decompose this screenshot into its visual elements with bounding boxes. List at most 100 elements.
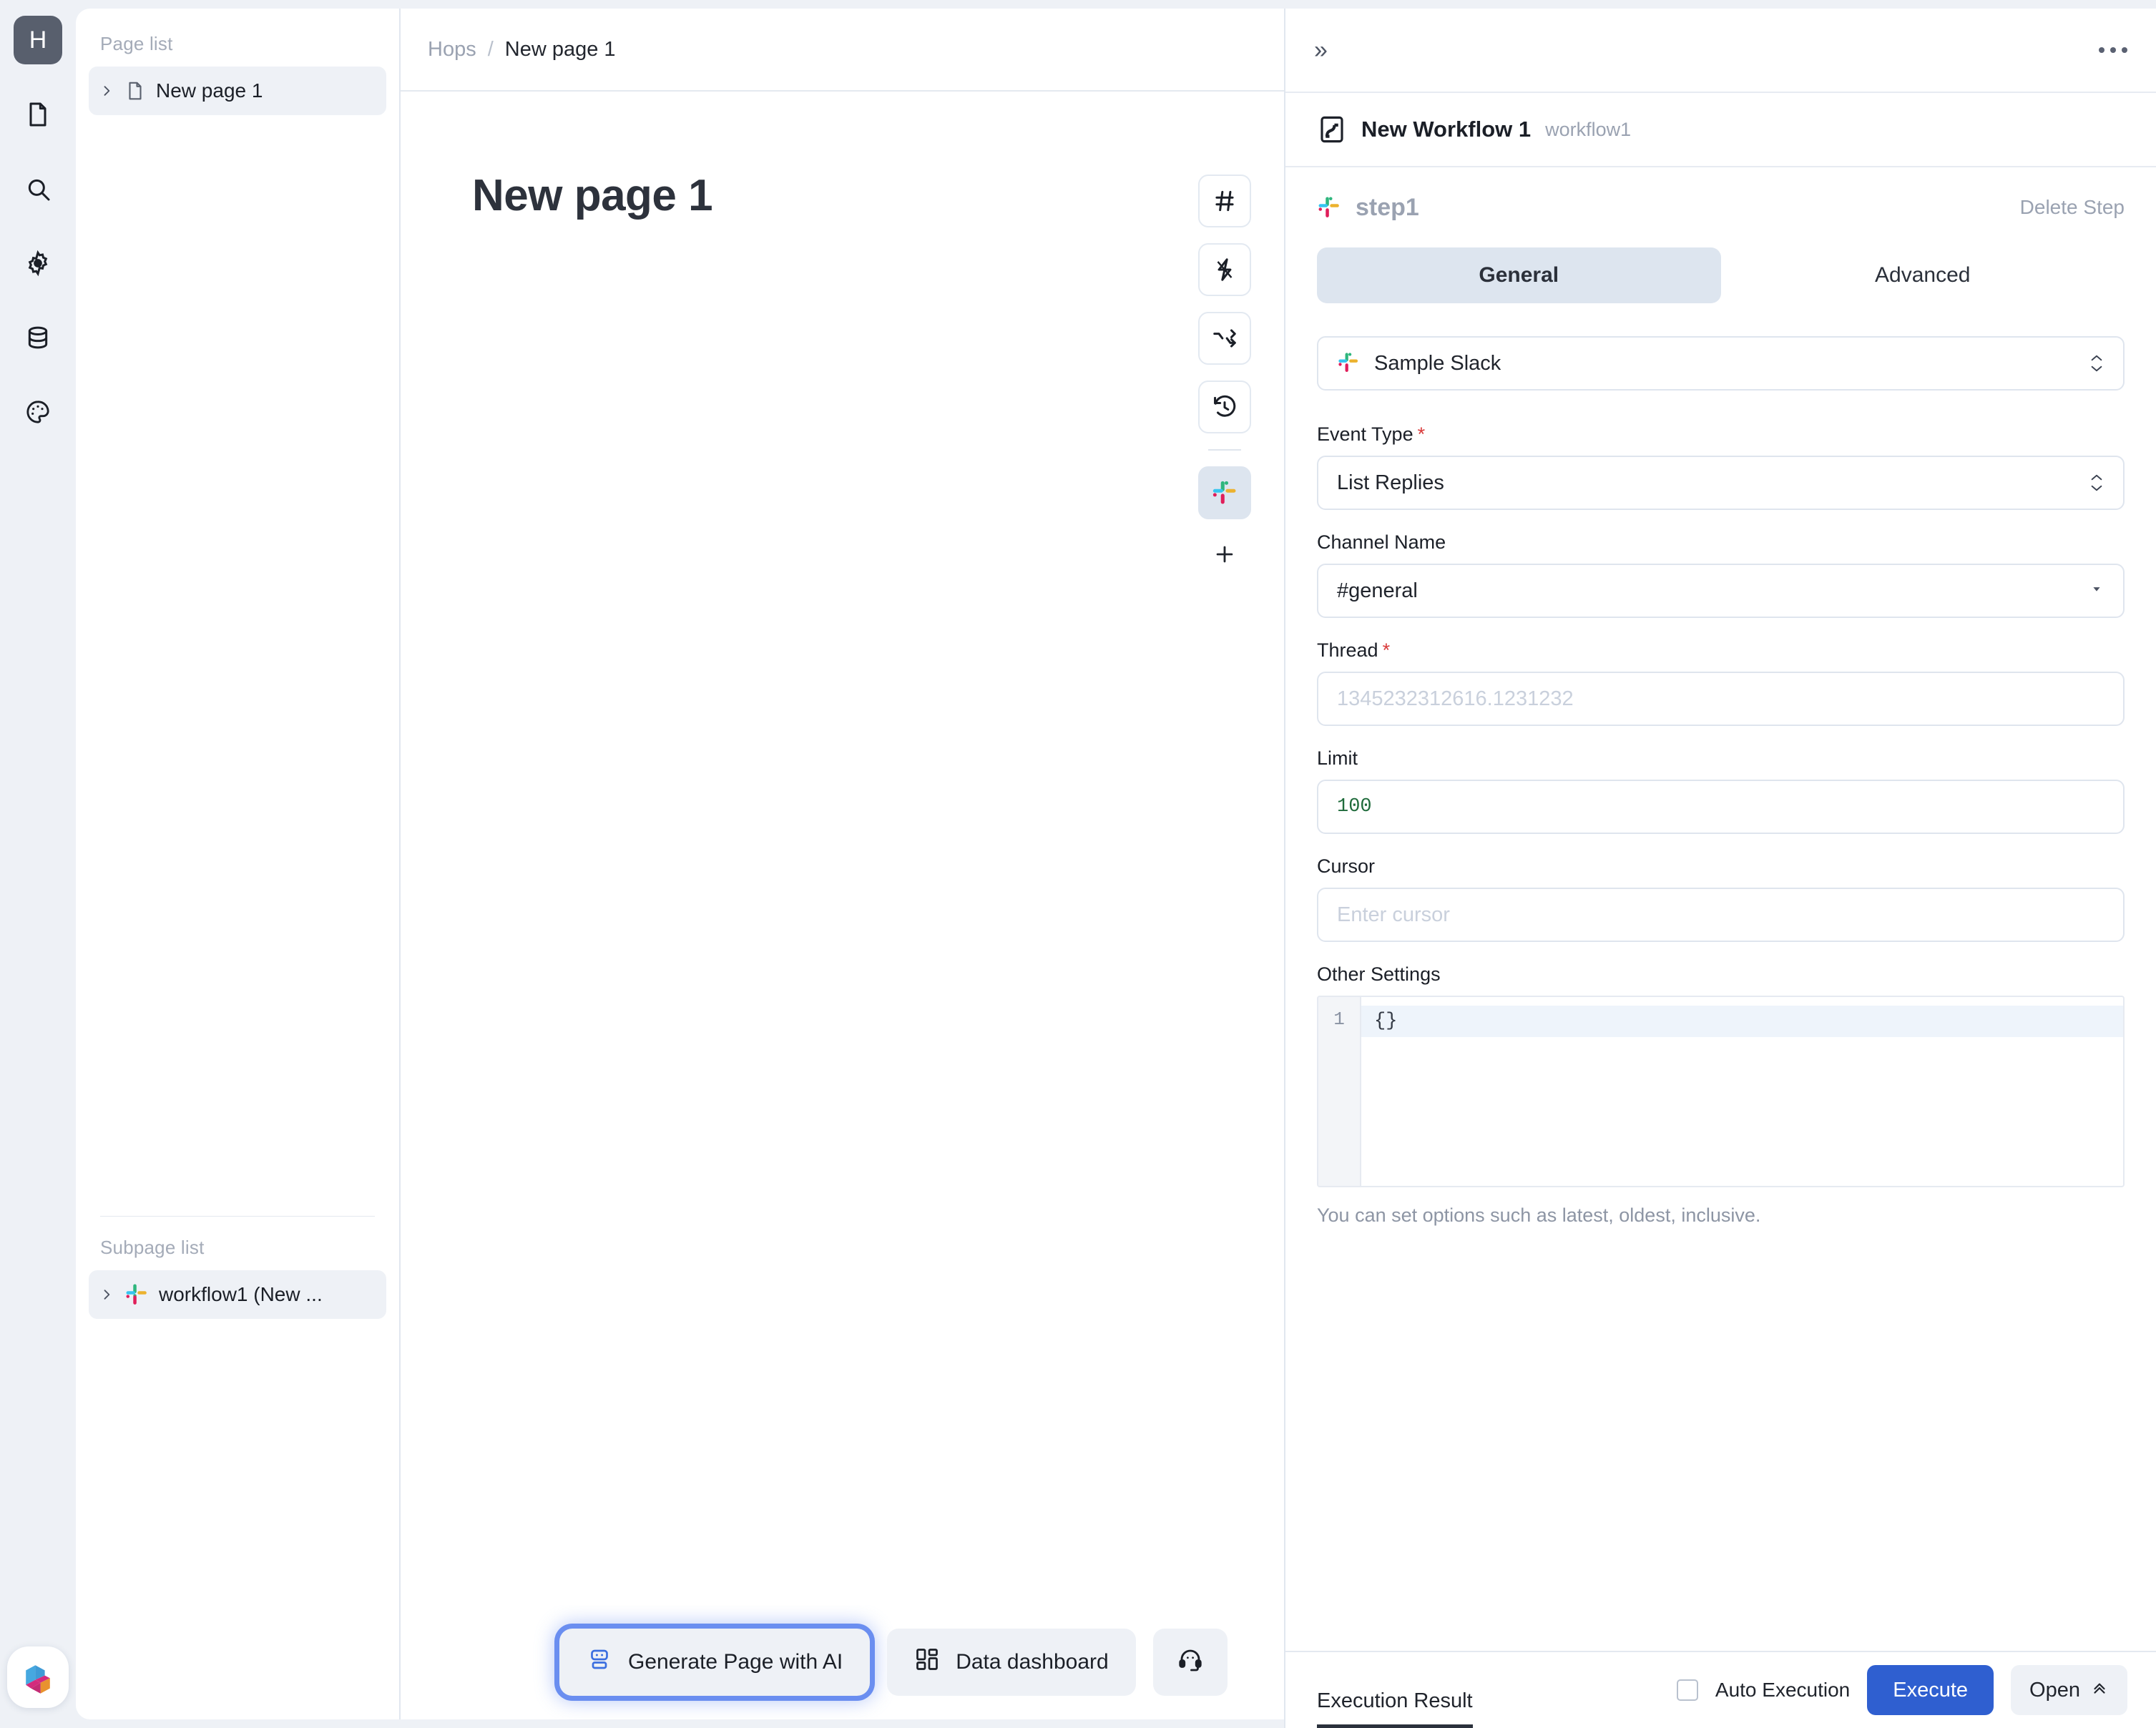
- breadcrumb: Hops / New page 1: [401, 9, 1284, 92]
- thread-input[interactable]: 1345232312616.1231232: [1317, 672, 2125, 726]
- chevron-down-icon[interactable]: [2089, 581, 2104, 601]
- hash-icon-button[interactable]: [1198, 175, 1251, 227]
- icon-rail: H: [0, 0, 76, 1728]
- footer-actions: Auto Execution Execute Open: [1676, 1665, 2127, 1715]
- required-marker: *: [1382, 639, 1391, 661]
- breadcrumb-current: New page 1: [504, 37, 616, 61]
- field-label: Thread *: [1317, 639, 2125, 662]
- limit-value: 100: [1337, 796, 1372, 818]
- workflow-side-panel: » New Workflow 1 workflow1 step1 Delete …: [1284, 9, 2156, 1728]
- breadcrumb-root[interactable]: Hops: [428, 38, 476, 62]
- tab-execution-result[interactable]: Execution Result: [1317, 1689, 1473, 1728]
- lightning-icon-button[interactable]: [1198, 243, 1251, 296]
- page-list-panel: Page list New page 1 Subpage list workfl…: [76, 9, 399, 1719]
- robot-icon: [587, 1646, 612, 1678]
- delete-step-button[interactable]: Delete Step: [2020, 196, 2125, 219]
- sidebar-item-new-page-1[interactable]: New page 1: [89, 67, 386, 115]
- editor-content[interactable]: {}: [1361, 997, 2123, 1186]
- auto-execution-label: Auto Execution: [1715, 1679, 1851, 1701]
- database-icon[interactable]: [14, 313, 62, 362]
- step-settings-form: General Advanced Sample Slack Event Type…: [1285, 247, 2156, 1728]
- shuffle-arrows-icon-button[interactable]: [1198, 312, 1251, 365]
- headset-support-icon: [1177, 1646, 1203, 1678]
- event-type-value: List Replies: [1337, 471, 1444, 494]
- limit-input[interactable]: 100: [1317, 780, 2125, 834]
- field-label: Channel Name: [1317, 531, 1446, 553]
- workflow-slug: workflow1: [1545, 118, 1632, 140]
- required-marker: *: [1417, 423, 1426, 445]
- canvas-body: New page 1 Generate Page with AI Data da…: [401, 92, 1284, 1719]
- search-icon[interactable]: [14, 165, 62, 213]
- other-settings-code-editor[interactable]: 1 {}: [1317, 996, 2125, 1187]
- chevron-double-right-icon[interactable]: »: [1314, 36, 1328, 64]
- line-number: 1: [1333, 1008, 1345, 1030]
- stepper-chevrons-icon[interactable]: [2089, 473, 2104, 493]
- cursor-input[interactable]: Enter cursor: [1317, 888, 2125, 942]
- breadcrumb-separator: /: [487, 37, 494, 61]
- event-type-select[interactable]: List Replies: [1317, 456, 2125, 510]
- field-channel-name: Channel Name #general: [1317, 531, 2125, 618]
- avatar[interactable]: H: [14, 16, 62, 64]
- slack-icon: [1337, 351, 1361, 375]
- add-step-plus-icon[interactable]: [1203, 535, 1246, 574]
- step-identity: step1: [1317, 194, 1419, 222]
- panel-header: »: [1285, 9, 2156, 93]
- field-label: Limit: [1317, 747, 1358, 769]
- gear-icon[interactable]: [14, 239, 62, 288]
- field-thread: Thread * 1345232312616.1231232: [1317, 639, 2125, 726]
- thread-placeholder: 1345232312616.1231232: [1337, 687, 1574, 710]
- other-settings-label: Other Settings: [1317, 963, 1441, 985]
- workflow-icon: [1317, 114, 1347, 144]
- settings-tabs: General Advanced: [1317, 247, 2125, 303]
- subpage-item-label: workflow1 (New ...: [159, 1283, 323, 1305]
- document-icon[interactable]: [14, 90, 62, 139]
- subpage-section: Subpage list workflow1 (New ...: [76, 1216, 399, 1719]
- sidebar-item-workflow1[interactable]: workflow1 (New ...: [89, 1270, 386, 1319]
- code-line: {}: [1361, 1006, 2123, 1037]
- slack-icon: [1317, 195, 1341, 220]
- other-settings-hint: You can set options such as latest, olde…: [1317, 1204, 1761, 1226]
- connection-select[interactable]: Sample Slack: [1317, 336, 2125, 391]
- field-label-text: Thread: [1317, 639, 1378, 661]
- data-dashboard-button[interactable]: Data dashboard: [887, 1629, 1136, 1696]
- channel-name-dropdown[interactable]: #general: [1317, 564, 2125, 618]
- canvas-panel: Hops / New page 1 New page 1 Generate Pa…: [399, 9, 1284, 1719]
- open-button[interactable]: Open: [2011, 1665, 2127, 1715]
- generate-page-with-ai-button[interactable]: Generate Page with AI: [559, 1629, 871, 1696]
- panel-footer: Execution Result Auto Execution Execute …: [1285, 1651, 2156, 1728]
- chevron-double-up-icon: [2090, 1678, 2109, 1702]
- tab-advanced[interactable]: Advanced: [1721, 247, 2125, 303]
- canvas-bottom-toolbar: Generate Page with AI Data dashboard: [401, 1605, 1284, 1719]
- workflow-name: New Workflow 1: [1361, 117, 1532, 142]
- tab-general[interactable]: General: [1317, 247, 1721, 303]
- page-list-heading: Page list: [100, 33, 173, 54]
- chevron-right-icon[interactable]: [99, 1287, 114, 1302]
- document-icon: [124, 80, 146, 102]
- ellipsis-icon[interactable]: [2099, 47, 2127, 53]
- field-label-text: Event Type: [1317, 423, 1413, 445]
- editor-gutter: 1: [1318, 997, 1361, 1186]
- auto-execution-checkbox[interactable]: [1676, 1679, 1698, 1701]
- field-limit: Limit 100: [1317, 747, 2125, 834]
- subpage-list-heading: Subpage list: [100, 1237, 205, 1258]
- field-label: Event Type *: [1317, 423, 2125, 446]
- field-other-settings: Other Settings 1 {} You can set options …: [1317, 963, 2125, 1227]
- support-button[interactable]: [1152, 1629, 1228, 1696]
- workflow-header: New Workflow 1 workflow1: [1285, 93, 2156, 167]
- history-clock-icon-button[interactable]: [1198, 381, 1251, 433]
- stepper-chevrons-icon[interactable]: [2089, 353, 2104, 373]
- slack-icon: [124, 1282, 149, 1307]
- page-item-label: New page 1: [156, 79, 263, 102]
- field-label: Cursor: [1317, 855, 1376, 877]
- step-name: step1: [1356, 193, 1419, 221]
- open-button-label: Open: [2029, 1678, 2080, 1702]
- field-event-type: Event Type * List Replies: [1317, 423, 2125, 510]
- chevron-right-icon[interactable]: [99, 83, 114, 99]
- data-dashboard-label: Data dashboard: [956, 1650, 1109, 1674]
- page-title[interactable]: New page 1: [401, 92, 1284, 221]
- slack-icon-button[interactable]: [1198, 466, 1251, 519]
- app-logo[interactable]: [7, 1646, 69, 1708]
- connection-field: Sample Slack: [1317, 336, 2125, 391]
- execute-button[interactable]: Execute: [1867, 1665, 1994, 1715]
- palette-icon[interactable]: [14, 388, 62, 436]
